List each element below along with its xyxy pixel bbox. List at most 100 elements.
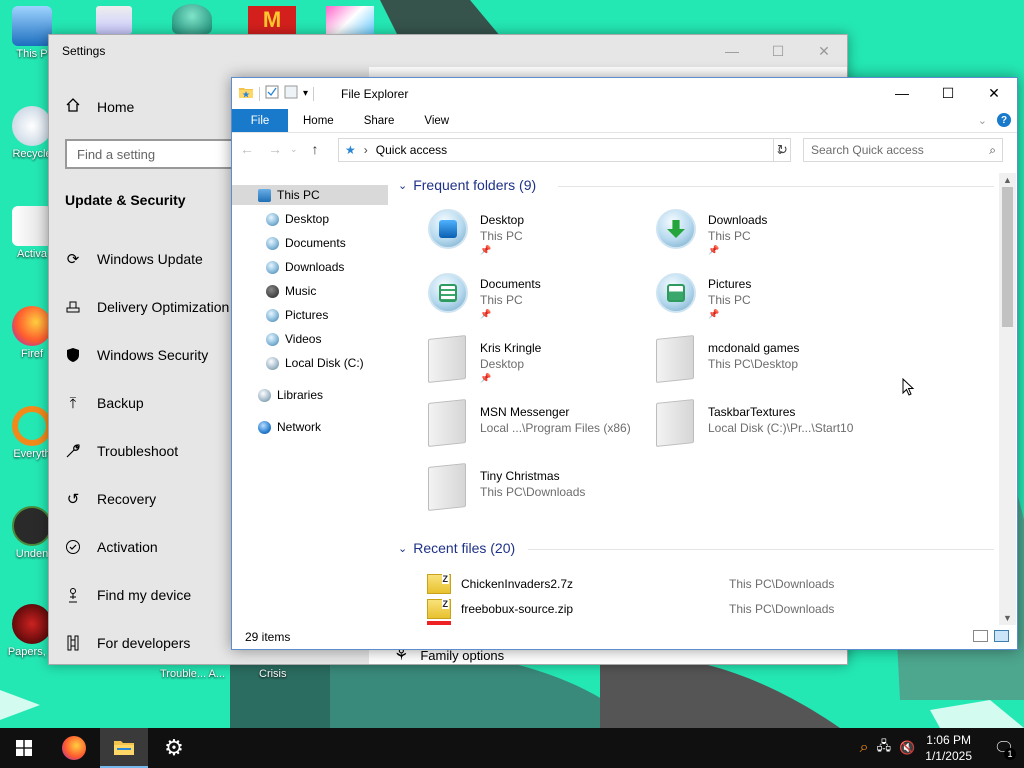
nav-item-network[interactable]: Network <box>258 417 321 437</box>
folder-icon <box>12 206 52 246</box>
nav-item-desktop[interactable]: Desktop <box>266 209 329 229</box>
toolbar-separator <box>313 86 315 101</box>
minimize-button[interactable]: — <box>879 78 925 108</box>
refresh-button[interactable]: ↻ <box>773 138 791 162</box>
properties-icon[interactable] <box>265 85 279 102</box>
vertical-scrollbar[interactable]: ▲ ▼ <box>999 173 1016 625</box>
mcdonalds-icon[interactable]: M <box>248 6 296 34</box>
close-button[interactable]: ✕ <box>971 78 1017 108</box>
settings-item-windows-update[interactable]: ⟳ Windows Update <box>65 244 203 274</box>
settings-item-activation[interactable]: Activation <box>65 532 158 562</box>
recent-file-row[interactable]: freebobux-source.zip This PC\Downloads <box>427 598 987 620</box>
shield-icon <box>65 347 81 363</box>
search-input[interactable]: Search Quick access ⌕ <box>803 138 1003 162</box>
volume-muted-icon[interactable]: 🔇 <box>899 740 915 756</box>
gear-icon: ⚙ <box>164 735 184 760</box>
taskbar-firefox[interactable] <box>50 728 98 768</box>
folder-tile-downloads[interactable]: Downloads This PC 📌 <box>656 209 876 269</box>
tab-view[interactable]: View <box>409 109 464 132</box>
folder-icon <box>428 463 466 511</box>
maximize-button[interactable]: ☐ <box>755 35 801 67</box>
search-tray-icon[interactable]: ⌕ <box>860 739 869 757</box>
forward-arrow-icon[interactable]: → <box>268 141 282 157</box>
address-bar[interactable]: ★ › Quick access ⌄ <box>338 138 791 162</box>
nav-item-downloads[interactable]: Downloads <box>266 257 344 277</box>
folder-tile-pictures[interactable]: Pictures This PC 📌 <box>656 273 876 333</box>
file-name: freebobux-source.zip <box>461 602 574 616</box>
action-center-button[interactable]: 🗨 1 <box>984 728 1024 768</box>
maximize-button[interactable]: ☐ <box>925 78 971 108</box>
maximize-icon: ☐ <box>771 42 785 59</box>
settings-item-windows-security[interactable]: Windows Security <box>65 340 208 370</box>
folder-icon <box>656 399 694 447</box>
folder-path: This PC <box>480 293 523 307</box>
large-icons-view-icon[interactable] <box>994 630 1009 642</box>
frequent-folders-header[interactable]: ⌄ Frequent folders (9) <box>398 177 994 193</box>
minimize-button[interactable]: — <box>709 35 755 67</box>
papers-please-icon <box>12 604 52 644</box>
new-folder-icon[interactable] <box>284 85 298 102</box>
nav-item-this-pc[interactable]: This PC <box>232 185 388 205</box>
nav-item-music[interactable]: Music <box>266 281 316 301</box>
folder-tile-desktop[interactable]: Desktop This PC 📌 <box>428 209 648 269</box>
explorer-titlebar[interactable]: ▾ File Explorer — ☐ ✕ <box>232 78 1017 109</box>
up-arrow-icon[interactable]: ↑ <box>312 141 319 157</box>
pin-icon: 📌 <box>708 245 720 255</box>
tab-file[interactable]: File <box>232 109 288 132</box>
folder-tile-msn-messenger[interactable]: MSN Messenger Local ...\Program Files (x… <box>428 399 648 461</box>
close-button[interactable]: ✕ <box>801 35 847 67</box>
tab-home[interactable]: Home <box>288 109 349 132</box>
expand-ribbon-chevron-icon[interactable]: ⌄ <box>978 114 987 127</box>
recent-files-header[interactable]: ⌄ Recent files (20) <box>398 540 994 556</box>
clock[interactable]: 1:06 PM 1/1/2025 <box>925 732 972 764</box>
desktop-character-icon[interactable] <box>172 4 212 34</box>
scroll-up-arrow-icon[interactable]: ▲ <box>1003 175 1012 185</box>
settings-home-link[interactable]: Home <box>65 97 134 116</box>
settings-item-recovery[interactable]: ↺ Recovery <box>65 484 156 514</box>
folder-tile-documents[interactable]: Documents This PC 📌 <box>428 273 648 333</box>
this-pc-icon <box>258 188 271 202</box>
wrench-icon <box>65 443 81 459</box>
settings-item-delivery-optimization[interactable]: Delivery Optimization <box>65 292 229 322</box>
nav-item-videos[interactable]: Videos <box>266 329 321 349</box>
folder-tile-mcdonald-games[interactable]: mcdonald games This PC\Desktop <box>656 335 876 397</box>
nav-item-local-disk[interactable]: Local Disk (C:) <box>266 353 364 373</box>
folder-tile-taskbartextures[interactable]: TaskbarTextures Local Disk (C:)\Pr...\St… <box>656 399 876 461</box>
settings-item-backup[interactable]: ⤒ Backup <box>65 388 144 418</box>
nav-item-pictures[interactable]: Pictures <box>266 305 328 325</box>
network-tray-icon[interactable]: 🖧 <box>877 737 892 759</box>
folder-path: This PC <box>480 229 523 243</box>
settings-item-for-developers[interactable]: For developers <box>65 628 190 658</box>
tab-share[interactable]: Share <box>349 109 410 132</box>
taskbar-settings[interactable]: ⚙ <box>150 728 198 768</box>
file-path: This PC\Downloads <box>729 602 835 616</box>
customize-toolbar-chevron-icon[interactable]: ▾ <box>303 88 308 99</box>
start-button[interactable] <box>0 728 48 768</box>
file-explorer-window: ▾ File Explorer — ☐ ✕ File Home Share Vi… <box>231 77 1018 650</box>
settings-item-troubleshoot[interactable]: Troubleshoot <box>65 436 178 466</box>
taskbar: ⚙ ⌕ 🖧 🔇 1:06 PM 1/1/2025 🗨 1 <box>0 728 1024 768</box>
taskbar-file-explorer[interactable] <box>100 728 148 768</box>
folder-quick-access-icon[interactable] <box>238 85 254 102</box>
status-bar: 29 items <box>232 625 1017 649</box>
settings-titlebar[interactable]: Settings — ☐ ✕ <box>49 35 847 67</box>
scrollbar-thumb[interactable] <box>1002 187 1013 327</box>
desktop-app-icon[interactable] <box>96 6 132 34</box>
scroll-down-arrow-icon[interactable]: ▼ <box>1003 613 1012 623</box>
nav-item-documents[interactable]: Documents <box>266 233 346 253</box>
documents-folder-icon <box>266 236 279 250</box>
desktop-game-icon[interactable] <box>326 6 374 34</box>
documents-folder-icon <box>428 273 468 313</box>
folder-tile-tiny-christmas[interactable]: Tiny Christmas This PC\Downloads <box>428 463 648 525</box>
help-icon[interactable]: ? <box>997 113 1011 127</box>
settings-item-find-my-device[interactable]: Find my device <box>65 580 191 610</box>
back-arrow-icon[interactable]: ← <box>240 141 254 157</box>
collapse-chevron-icon: ⌄ <box>398 542 408 555</box>
recent-locations-chevron-icon[interactable]: ⌄ <box>290 144 298 157</box>
search-icon: ⌕ <box>989 142 996 157</box>
details-view-icon[interactable] <box>973 630 988 642</box>
folder-icon <box>656 335 694 383</box>
nav-item-libraries[interactable]: Libraries <box>258 385 323 405</box>
recent-file-row[interactable]: ChickenInvaders2.7z This PC\Downloads <box>427 573 987 595</box>
folder-tile-kris-kringle[interactable]: Kris Kringle Desktop 📌 <box>428 335 648 397</box>
